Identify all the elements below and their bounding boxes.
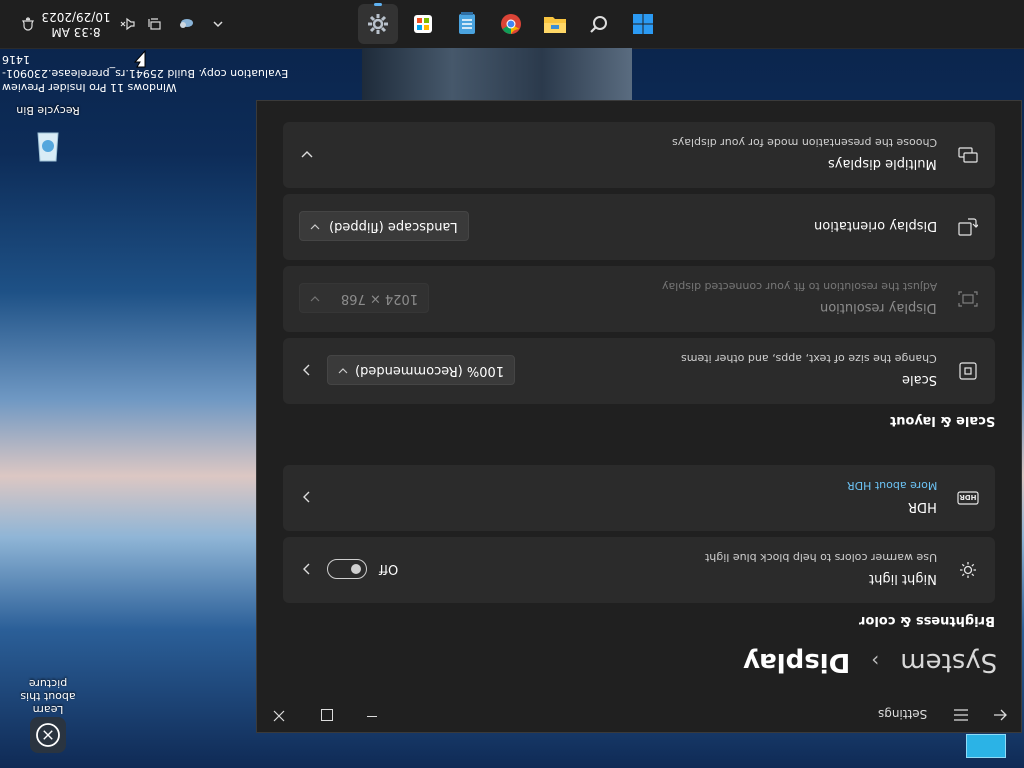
resolution-subtitle: Adjust the resolution to fit your connec…	[661, 280, 937, 293]
recycle-bin-label: Recycle Bin	[16, 104, 80, 117]
resolution-icon	[957, 288, 979, 310]
scale-dropdown[interactable]: 100% (Recommended)	[327, 355, 515, 385]
back-arrow-icon[interactable]	[993, 707, 1007, 726]
gear-icon	[368, 14, 388, 34]
night-light-title: Night light	[869, 571, 937, 586]
windows-logo-icon	[633, 14, 653, 34]
orientation-value: Landscape (flipped)	[329, 218, 458, 234]
clock-time: 8:33 AM	[51, 25, 101, 39]
chrome-icon	[501, 14, 521, 34]
taskbar-chrome-app[interactable]	[491, 4, 531, 44]
scale-value: 100% (Recommended)	[354, 362, 504, 378]
wallpaper-detail	[362, 48, 632, 100]
multiple-displays-title: Multiple displays	[828, 156, 937, 171]
active-indicator	[374, 3, 382, 6]
toggle-knob	[351, 564, 361, 574]
notepad-icon	[459, 12, 475, 34]
scale-title: Scale	[902, 372, 937, 387]
brightness-sun-icon	[957, 559, 979, 581]
section-scale-layout: Scale & layout	[889, 413, 995, 428]
close-window-button[interactable]	[273, 707, 289, 723]
taskbar-store-app[interactable]	[403, 4, 443, 44]
chevron-right-icon[interactable]	[299, 362, 315, 378]
taskbar-search-button[interactable]	[579, 4, 619, 44]
multiple-displays-card[interactable]: Multiple displays Choose the presentatio…	[283, 122, 995, 188]
chevron-expand-icon[interactable]	[299, 146, 315, 162]
chevron-up-icon	[310, 292, 320, 305]
chevron-right-icon[interactable]	[299, 489, 315, 505]
taskbar: 8:33 AM 10/29/2023	[0, 0, 1024, 49]
taskbar-notepad-app[interactable]	[447, 4, 487, 44]
taskbar-explorer-app[interactable]	[535, 4, 575, 44]
rotate-screen-icon	[957, 216, 979, 238]
breadcrumb-current: Display	[742, 647, 850, 677]
night-light-card[interactable]: Night light Use warmer colors to help bl…	[283, 537, 995, 603]
night-light-subtitle: Use warmer colors to help block blue lig…	[704, 551, 937, 564]
chevron-up-icon	[310, 220, 320, 233]
multiple-displays-icon	[957, 144, 979, 166]
camera-icon	[30, 717, 66, 753]
hdr-card[interactable]: HDR HDR More about HDR	[283, 465, 995, 531]
scale-card[interactable]: Scale Change the size of text, apps, and…	[283, 338, 995, 404]
taskbar-settings-app[interactable]	[358, 3, 398, 44]
breadcrumb-parent[interactable]: System	[900, 647, 997, 677]
settings-window: Settings System › Display Brightness & c…	[256, 100, 1022, 733]
chevron-up-icon	[338, 364, 348, 377]
learn-about-label: Learn about this picture	[20, 677, 76, 716]
breadcrumb: System › Display	[743, 647, 997, 677]
orientation-card[interactable]: Display orientation Landscape (flipped)	[283, 194, 995, 260]
evaluation-watermark: Windows 11 Pro Insider Preview Evaluatio…	[2, 52, 294, 94]
night-light-state-label: Off	[379, 561, 399, 576]
orientation-title: Display orientation	[813, 218, 937, 233]
taskbar-start-button[interactable]	[623, 4, 663, 44]
resolution-value: 1024 × 768	[340, 290, 418, 306]
chevron-show-hidden-icon[interactable]	[208, 14, 228, 34]
resolution-dropdown: 1024 × 768	[299, 283, 429, 313]
watermark-line-2: Windows 11 Pro Insider Preview	[2, 81, 177, 94]
recycle-bin-shortcut[interactable]: Recycle Bin	[16, 104, 80, 165]
onedrive-icon[interactable]	[176, 14, 196, 34]
hdr-title: HDR	[908, 499, 937, 514]
scale-icon	[957, 360, 979, 382]
resolution-card: Display resolution Adjust the resolution…	[283, 266, 995, 332]
search-icon	[590, 16, 607, 33]
folder-icon	[544, 17, 566, 33]
minimize-window-button[interactable]	[367, 716, 377, 717]
clock-date: 10/29/2023	[41, 10, 111, 24]
multiple-displays-subtitle: Choose the presentation mode for your di…	[671, 136, 937, 149]
section-brightness-color: Brightness & color	[859, 613, 995, 628]
watermark-line-1: Evaluation copy. Build 25941.rs_prerelea…	[2, 53, 289, 80]
chevron-right-icon[interactable]	[299, 561, 315, 577]
clock[interactable]: 8:33 AM 10/29/2023	[40, 9, 112, 39]
notification-bell-icon[interactable]	[18, 14, 38, 34]
network-icon[interactable]	[144, 14, 164, 34]
app-title: Settings	[877, 707, 927, 721]
menu-hamburger-icon[interactable]	[953, 707, 969, 726]
recycle-bin-icon	[30, 129, 66, 165]
store-icon	[414, 15, 432, 33]
scale-subtitle: Change the size of text, apps, and other…	[681, 352, 937, 365]
mouse-pointer-icon	[133, 49, 146, 72]
orientation-dropdown[interactable]: Landscape (flipped)	[299, 211, 469, 241]
notification-thumbnail	[966, 734, 1006, 758]
resolution-title: Display resolution	[820, 300, 937, 315]
night-light-toggle[interactable]	[327, 559, 367, 579]
svg-text:HDR: HDR	[959, 493, 977, 501]
title-bar: Settings	[257, 697, 1023, 733]
breadcrumb-separator: ›	[870, 649, 879, 673]
volume-muted-icon[interactable]	[118, 14, 138, 34]
maximize-window-button[interactable]	[321, 709, 333, 721]
learn-about-picture-shortcut[interactable]: Learn about this picture	[16, 677, 80, 753]
hdr-icon: HDR	[957, 487, 979, 509]
hdr-learn-more-link[interactable]: More about HDR	[847, 479, 937, 492]
